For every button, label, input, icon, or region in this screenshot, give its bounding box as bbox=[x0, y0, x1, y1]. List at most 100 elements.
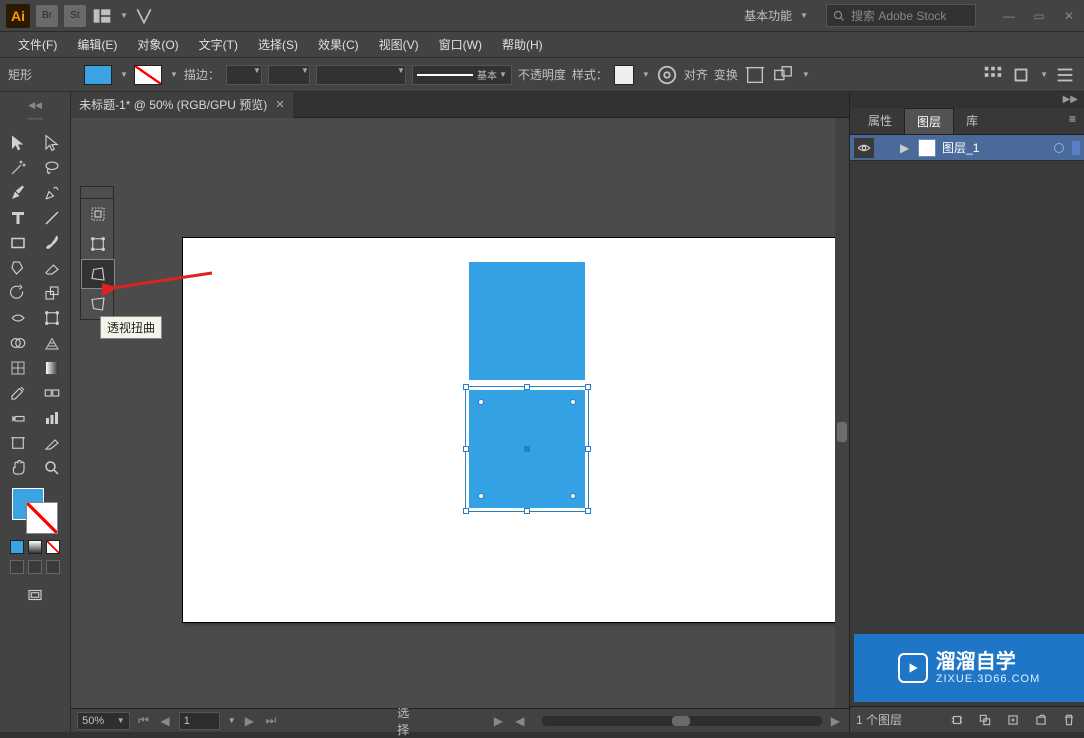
column-graph-tool[interactable] bbox=[38, 405, 66, 430]
play-icon[interactable]: ▶ bbox=[491, 713, 507, 729]
vertical-scrollbar[interactable] bbox=[835, 118, 849, 708]
tab-properties[interactable]: 属性 bbox=[856, 108, 904, 134]
mesh-tool[interactable] bbox=[4, 355, 32, 380]
free-transform-tool[interactable] bbox=[38, 305, 66, 330]
isolate-icon[interactable] bbox=[744, 64, 766, 86]
shape-mode-icon[interactable] bbox=[772, 64, 794, 86]
gpu-icon[interactable] bbox=[134, 6, 154, 26]
draw-normal[interactable] bbox=[10, 560, 24, 574]
perspective-distort-icon[interactable] bbox=[81, 259, 115, 289]
rotate-tool[interactable] bbox=[4, 280, 32, 305]
menu-type[interactable]: 文字(T) bbox=[189, 32, 248, 58]
menu-window[interactable]: 窗口(W) bbox=[429, 32, 492, 58]
panel-collapse-arrows[interactable]: ▶▶ bbox=[850, 92, 1084, 108]
scale-tool[interactable] bbox=[38, 280, 66, 305]
align-label[interactable]: 对齐 bbox=[684, 66, 708, 83]
constrain-icon[interactable] bbox=[81, 199, 115, 229]
type-tool[interactable] bbox=[4, 205, 32, 230]
toolbox-drag[interactable]: ┄┄┄ bbox=[0, 114, 70, 124]
fill-stroke-swatch[interactable] bbox=[0, 486, 70, 536]
selection-bounding-box[interactable] bbox=[465, 386, 589, 512]
free-transform-icon[interactable] bbox=[81, 229, 115, 259]
prefs-icon[interactable] bbox=[1054, 64, 1076, 86]
style-swatch[interactable] bbox=[614, 65, 634, 85]
menu-select[interactable]: 选择(S) bbox=[248, 32, 308, 58]
stock-icon[interactable]: St bbox=[64, 5, 86, 27]
symbol-sprayer-tool[interactable] bbox=[4, 405, 32, 430]
brush-field[interactable]: ▼ bbox=[316, 65, 406, 85]
close-button[interactable]: ✕ bbox=[1054, 0, 1084, 32]
graphic-style-field[interactable]: 基本▼ bbox=[412, 65, 512, 85]
free-transform-substrip[interactable] bbox=[80, 186, 114, 320]
menu-effect[interactable]: 效果(C) bbox=[308, 32, 369, 58]
workspace-switcher[interactable]: 基本功能▼ bbox=[736, 7, 816, 24]
horizontal-scrollbar[interactable] bbox=[542, 716, 822, 726]
nav-last-icon[interactable]: ⏭ bbox=[263, 713, 279, 729]
align-px-icon[interactable] bbox=[1010, 64, 1032, 86]
toolbox-collapse[interactable]: ◀◀ bbox=[0, 100, 70, 114]
menu-edit[interactable]: 编辑(E) bbox=[67, 32, 127, 58]
target-indicator[interactable] bbox=[1072, 141, 1080, 155]
zoom-tool[interactable] bbox=[38, 455, 66, 480]
menu-view[interactable]: 视图(V) bbox=[369, 32, 429, 58]
draw-inside[interactable] bbox=[46, 560, 60, 574]
locate-layer-icon[interactable] bbox=[948, 711, 966, 729]
visibility-icon[interactable] bbox=[854, 138, 874, 158]
curvature-tool[interactable] bbox=[38, 180, 66, 205]
delete-layer-icon[interactable] bbox=[1060, 711, 1078, 729]
none-mode[interactable] bbox=[46, 540, 60, 554]
slice-tool[interactable] bbox=[38, 430, 66, 455]
gradient-mode[interactable] bbox=[28, 540, 42, 554]
scroll-left-icon[interactable]: ◀ bbox=[512, 713, 528, 729]
search-input[interactable]: 搜索 Adobe Stock bbox=[826, 4, 976, 27]
new-layer-icon[interactable] bbox=[1032, 711, 1050, 729]
menu-help[interactable]: 帮助(H) bbox=[492, 32, 553, 58]
eyedropper-tool[interactable] bbox=[4, 380, 32, 405]
line-tool[interactable] bbox=[38, 205, 66, 230]
transform-label[interactable]: 变换 bbox=[714, 66, 738, 83]
tab-layers[interactable]: 图层 bbox=[904, 108, 954, 134]
layer-row[interactable]: ▶ 图层_1 bbox=[850, 135, 1084, 161]
panel-menu-icon[interactable]: ≡ bbox=[1061, 108, 1084, 134]
shape-builder-tool[interactable] bbox=[4, 330, 32, 355]
selection-tool[interactable] bbox=[4, 130, 32, 155]
eraser-tool[interactable] bbox=[38, 255, 66, 280]
clip-mask-icon[interactable] bbox=[976, 711, 994, 729]
selection-indicator-icon[interactable] bbox=[1054, 143, 1064, 153]
stroke-swatch[interactable] bbox=[134, 65, 162, 85]
gradient-tool[interactable] bbox=[38, 355, 66, 380]
rectangle-tool[interactable] bbox=[4, 230, 32, 255]
perspective-grid-tool[interactable] bbox=[38, 330, 66, 355]
rectangle-shape-1[interactable] bbox=[469, 262, 585, 380]
shaper-tool[interactable] bbox=[4, 255, 32, 280]
bridge-icon[interactable]: Br bbox=[36, 5, 58, 27]
var-width-field[interactable]: ▼ bbox=[268, 65, 310, 85]
close-tab-icon[interactable]: ✕ bbox=[275, 98, 284, 111]
opacity-label[interactable]: 不透明度 bbox=[518, 66, 566, 83]
artboard-nav-field[interactable]: 1 bbox=[179, 712, 220, 730]
lasso-tool[interactable] bbox=[38, 155, 66, 180]
hand-tool[interactable] bbox=[4, 455, 32, 480]
document-tab[interactable]: 未标题-1* @ 50% (RGB/GPU 预览) ✕ bbox=[71, 92, 292, 118]
expand-icon[interactable]: ▶ bbox=[900, 141, 912, 155]
menu-object[interactable]: 对象(O) bbox=[127, 32, 188, 58]
screen-mode[interactable] bbox=[21, 582, 49, 607]
artboard-tool[interactable] bbox=[4, 430, 32, 455]
grid-icon[interactable] bbox=[982, 64, 1004, 86]
zoom-field[interactable]: 50%▼ bbox=[77, 712, 130, 730]
scroll-right-icon[interactable]: ▶ bbox=[828, 713, 844, 729]
pen-tool[interactable] bbox=[4, 180, 32, 205]
blend-tool[interactable] bbox=[38, 380, 66, 405]
nav-next-icon[interactable]: ▶ bbox=[242, 713, 258, 729]
substrip-gripper[interactable] bbox=[81, 187, 113, 199]
tab-libraries[interactable]: 库 bbox=[954, 108, 990, 134]
color-mode[interactable] bbox=[10, 540, 24, 554]
width-tool[interactable] bbox=[4, 305, 32, 330]
nav-first-icon[interactable]: ⏮ bbox=[136, 713, 152, 729]
layer-name-label[interactable]: 图层_1 bbox=[942, 139, 1048, 156]
arrange-docs-icon[interactable] bbox=[92, 6, 112, 26]
free-distort-icon[interactable] bbox=[81, 289, 115, 319]
menu-file[interactable]: 文件(F) bbox=[8, 32, 67, 58]
magic-wand-tool[interactable] bbox=[4, 155, 32, 180]
paintbrush-tool[interactable] bbox=[38, 230, 66, 255]
